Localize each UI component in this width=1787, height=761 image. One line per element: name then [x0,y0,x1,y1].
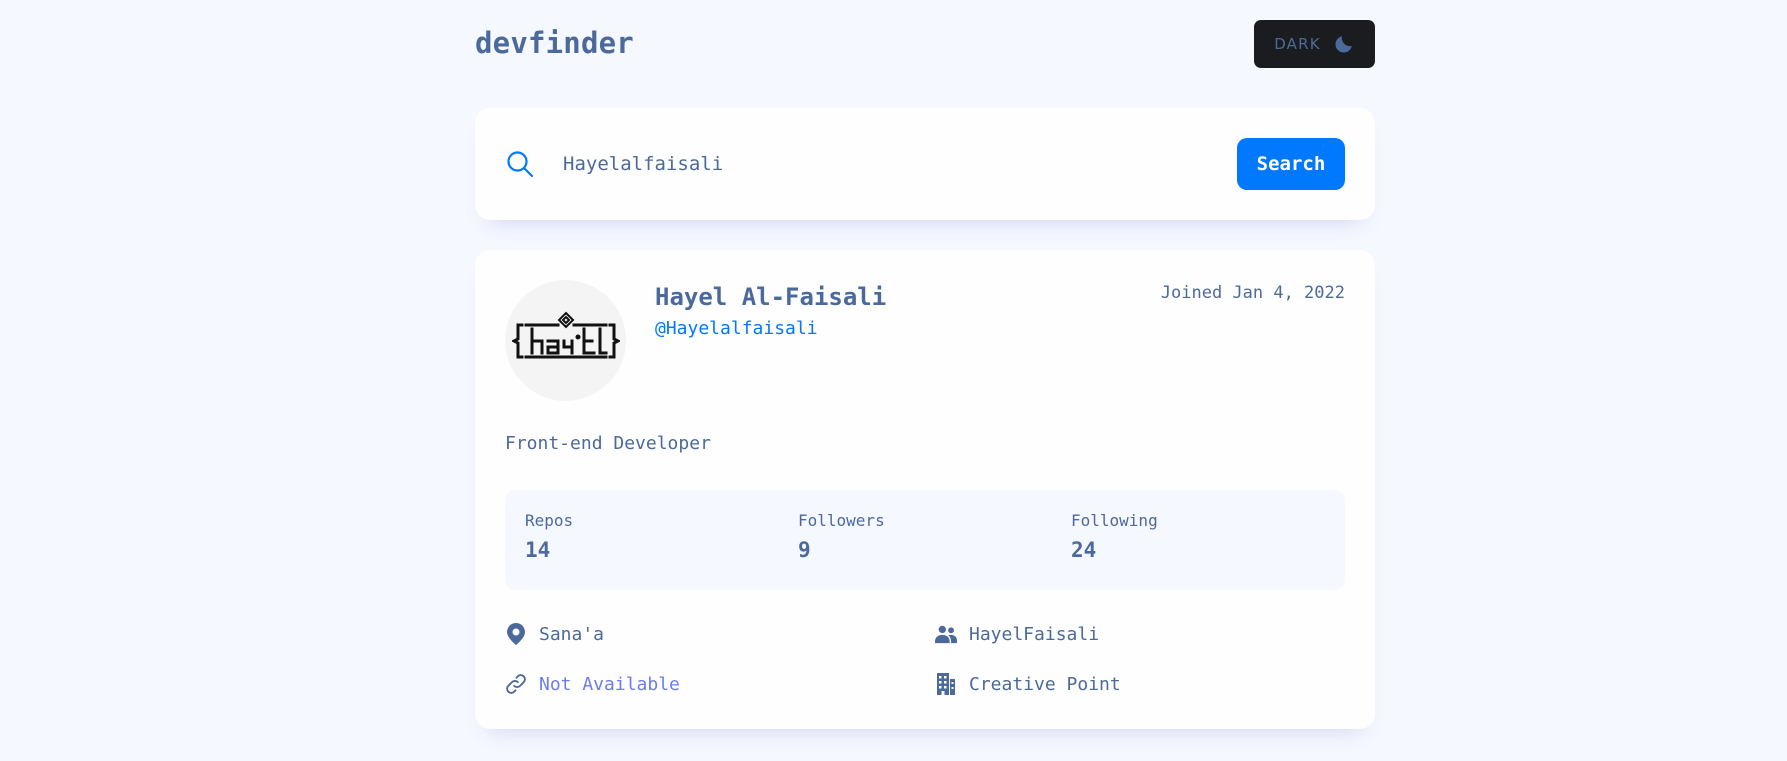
blog-link[interactable]: Not Available [539,674,680,695]
profile-login-link[interactable]: @Hayelalfaisali [655,318,818,339]
logo: devfinder [475,26,634,60]
search-input[interactable] [563,144,1203,184]
company-text: Creative Point [969,673,1121,695]
avatar [505,280,626,401]
theme-toggle-label: DARK [1274,35,1321,53]
location-text: Sana'a [539,623,605,645]
blog-row: Not Available [505,673,680,695]
location-pin-icon [505,623,527,645]
stat-value: 14 [525,538,551,562]
moon-icon [1333,33,1355,55]
profile-bio: Front-end Developer [505,433,711,454]
search-icon [506,150,534,182]
stat-repos: Repos 14 [525,511,573,562]
hayel-logo-image [511,311,620,358]
location-row: Sana'a [505,623,604,645]
header: devfinder DARK [475,0,1375,90]
twitter-row: HayelFaisali [935,623,1099,645]
twitter-link[interactable]: HayelFaisali [969,624,1099,645]
link-icon [505,673,527,695]
company-row: Creative Point [935,673,1121,695]
building-icon [935,673,957,695]
joined-date: Joined Jan 4, 2022 [1160,283,1345,303]
stat-label: Followers [798,511,885,530]
stat-label: Following [1071,511,1158,530]
search-button[interactable]: Search [1237,138,1345,190]
profile-card: Hayel Al-Faisali @Hayelalfaisali Joined … [475,250,1375,729]
stat-value: 24 [1071,538,1097,562]
app-container: devfinder DARK Search [475,0,1375,729]
stat-value: 9 [798,538,811,562]
stat-following: Following 24 [1071,511,1158,562]
theme-toggle-button[interactable]: DARK [1254,20,1375,68]
stats-panel: Repos 14 Followers 9 Following 24 [505,490,1345,590]
stat-followers: Followers 9 [798,511,885,562]
users-icon [935,623,957,645]
stat-label: Repos [525,511,574,530]
search-bar: Search [475,108,1375,220]
profile-name: Hayel Al-Faisali [655,283,887,311]
